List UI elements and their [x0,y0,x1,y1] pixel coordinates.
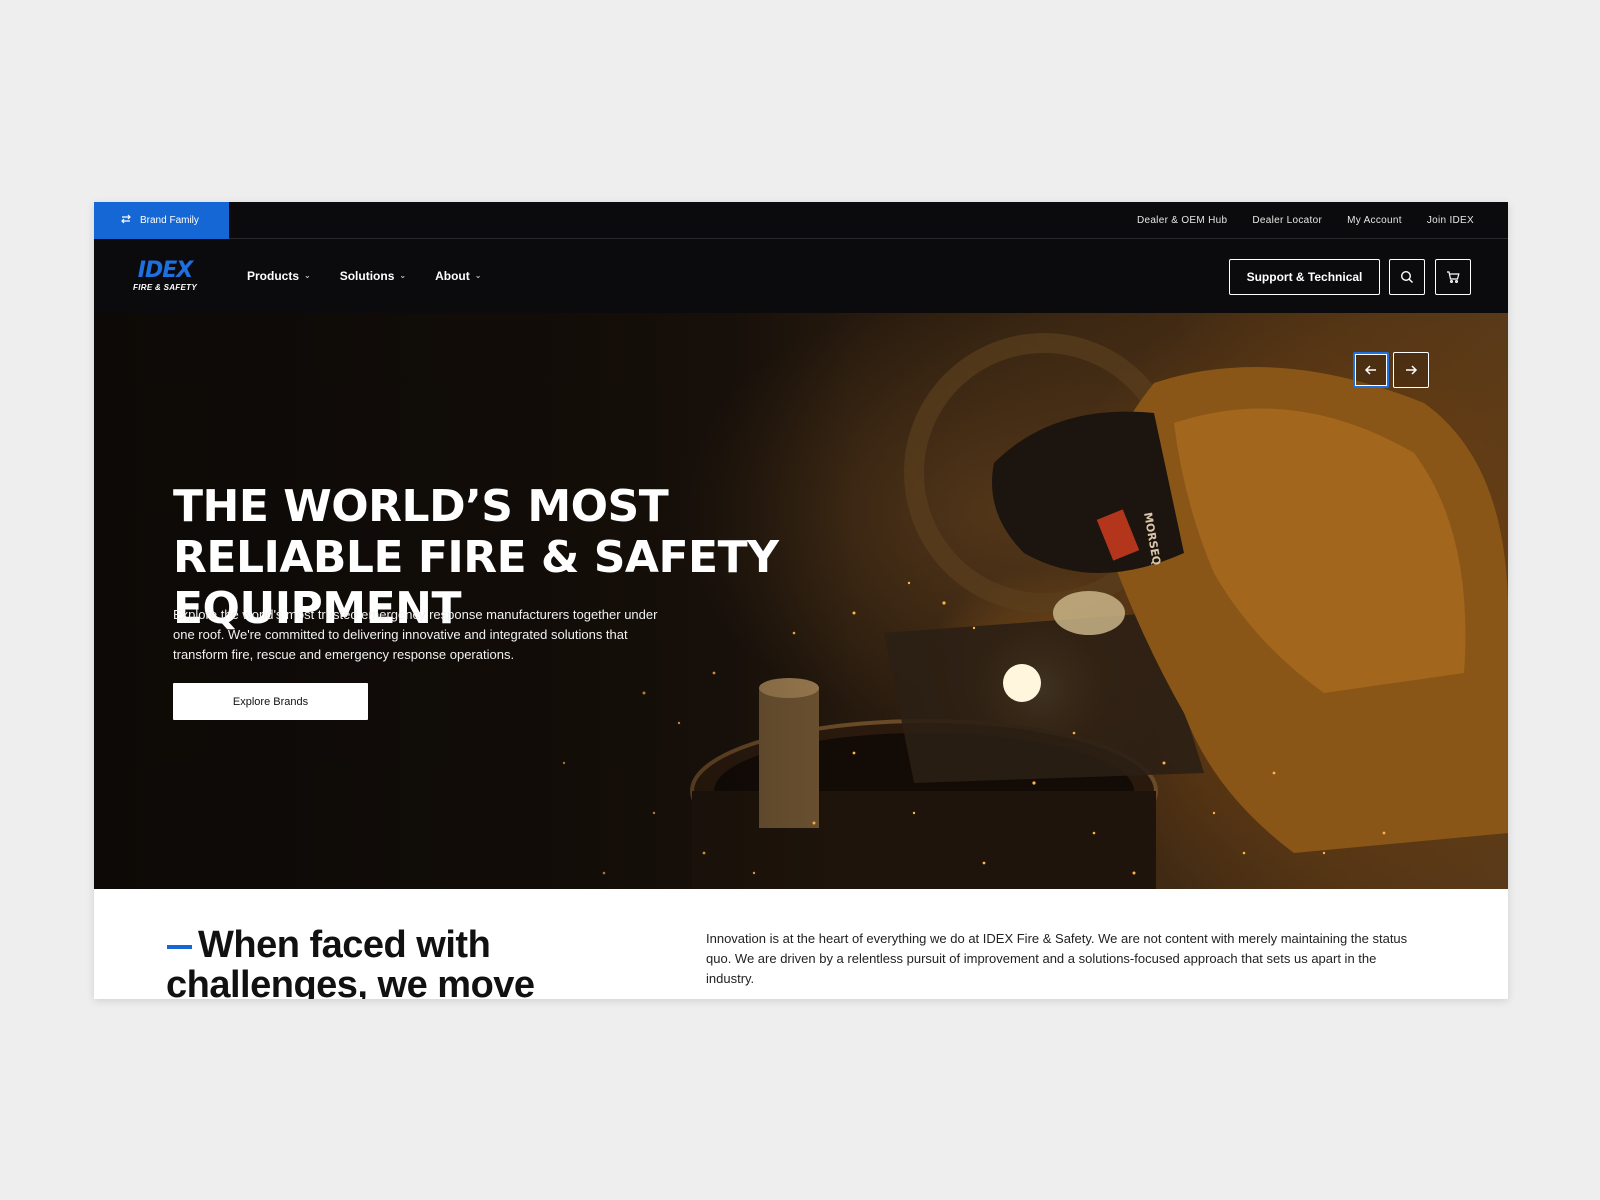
hero-description: Explore the world's most trusted emergen… [173,607,658,662]
nav-label: Solutions [339,269,395,283]
support-technical-button[interactable]: Support & Technical [1229,259,1380,295]
nav-item-about[interactable]: About ⌄ [435,269,481,283]
nav-item-solutions[interactable]: Solutions ⌄ [340,269,406,283]
hero-banner: MORSEQ The World’s Most Reliable Fire & … [94,313,1508,889]
nav-menu: Products ⌄ Solutions ⌄ About ⌄ [247,239,481,313]
search-icon [1400,270,1413,283]
explore-brands-button[interactable]: Explore Brands [173,683,368,720]
cart-icon [1447,271,1460,284]
carousel-next-button[interactable] [1393,352,1429,388]
nav-label: About [435,269,470,283]
browser-page: Brand Family Dealer & OEM Hub Dealer Loc… [94,202,1508,999]
chevron-down-icon: ⌄ [474,270,482,280]
brand-family-label: Brand Family [140,215,199,226]
link-join-idex[interactable]: Join IDEX [1427,215,1474,226]
chevron-down-icon: ⌄ [304,270,311,280]
arrow-left-icon [1364,365,1376,375]
link-my-account[interactable]: My Account [1347,215,1402,226]
chevron-down-icon: ⌄ [399,270,407,280]
carousel-prev-button[interactable] [1353,352,1389,388]
link-dealer-locator[interactable]: Dealer Locator [1252,215,1322,226]
swap-icon [120,213,132,228]
nav-label: Products [247,269,300,283]
main-navigation: IDEX FIRE & SAFETY Products ⌄ Solutions … [94,239,1508,313]
nav-item-products[interactable]: Products ⌄ [247,269,311,283]
intro-section: When faced with challenges, we move Inno… [94,889,1508,999]
search-button[interactable] [1389,259,1425,295]
cart-button[interactable] [1435,259,1471,295]
arrow-right-icon [1406,365,1418,375]
intro-text: Innovation is at the heart of everything… [706,931,1408,986]
utility-bar: Brand Family Dealer & OEM Hub Dealer Loc… [94,202,1508,239]
logo-mark: IDEX [137,258,193,283]
idex-logo[interactable]: IDEX FIRE & SAFETY [130,260,200,294]
logo-subtitle: FIRE & SAFETY [133,283,197,292]
brand-family-button[interactable]: Brand Family [94,202,229,239]
intro-heading: When faced with challenges, we move [166,924,535,999]
link-dealer-oem-hub[interactable]: Dealer & OEM Hub [1137,215,1227,226]
utility-links: Dealer & OEM Hub Dealer Locator My Accou… [1137,202,1474,239]
